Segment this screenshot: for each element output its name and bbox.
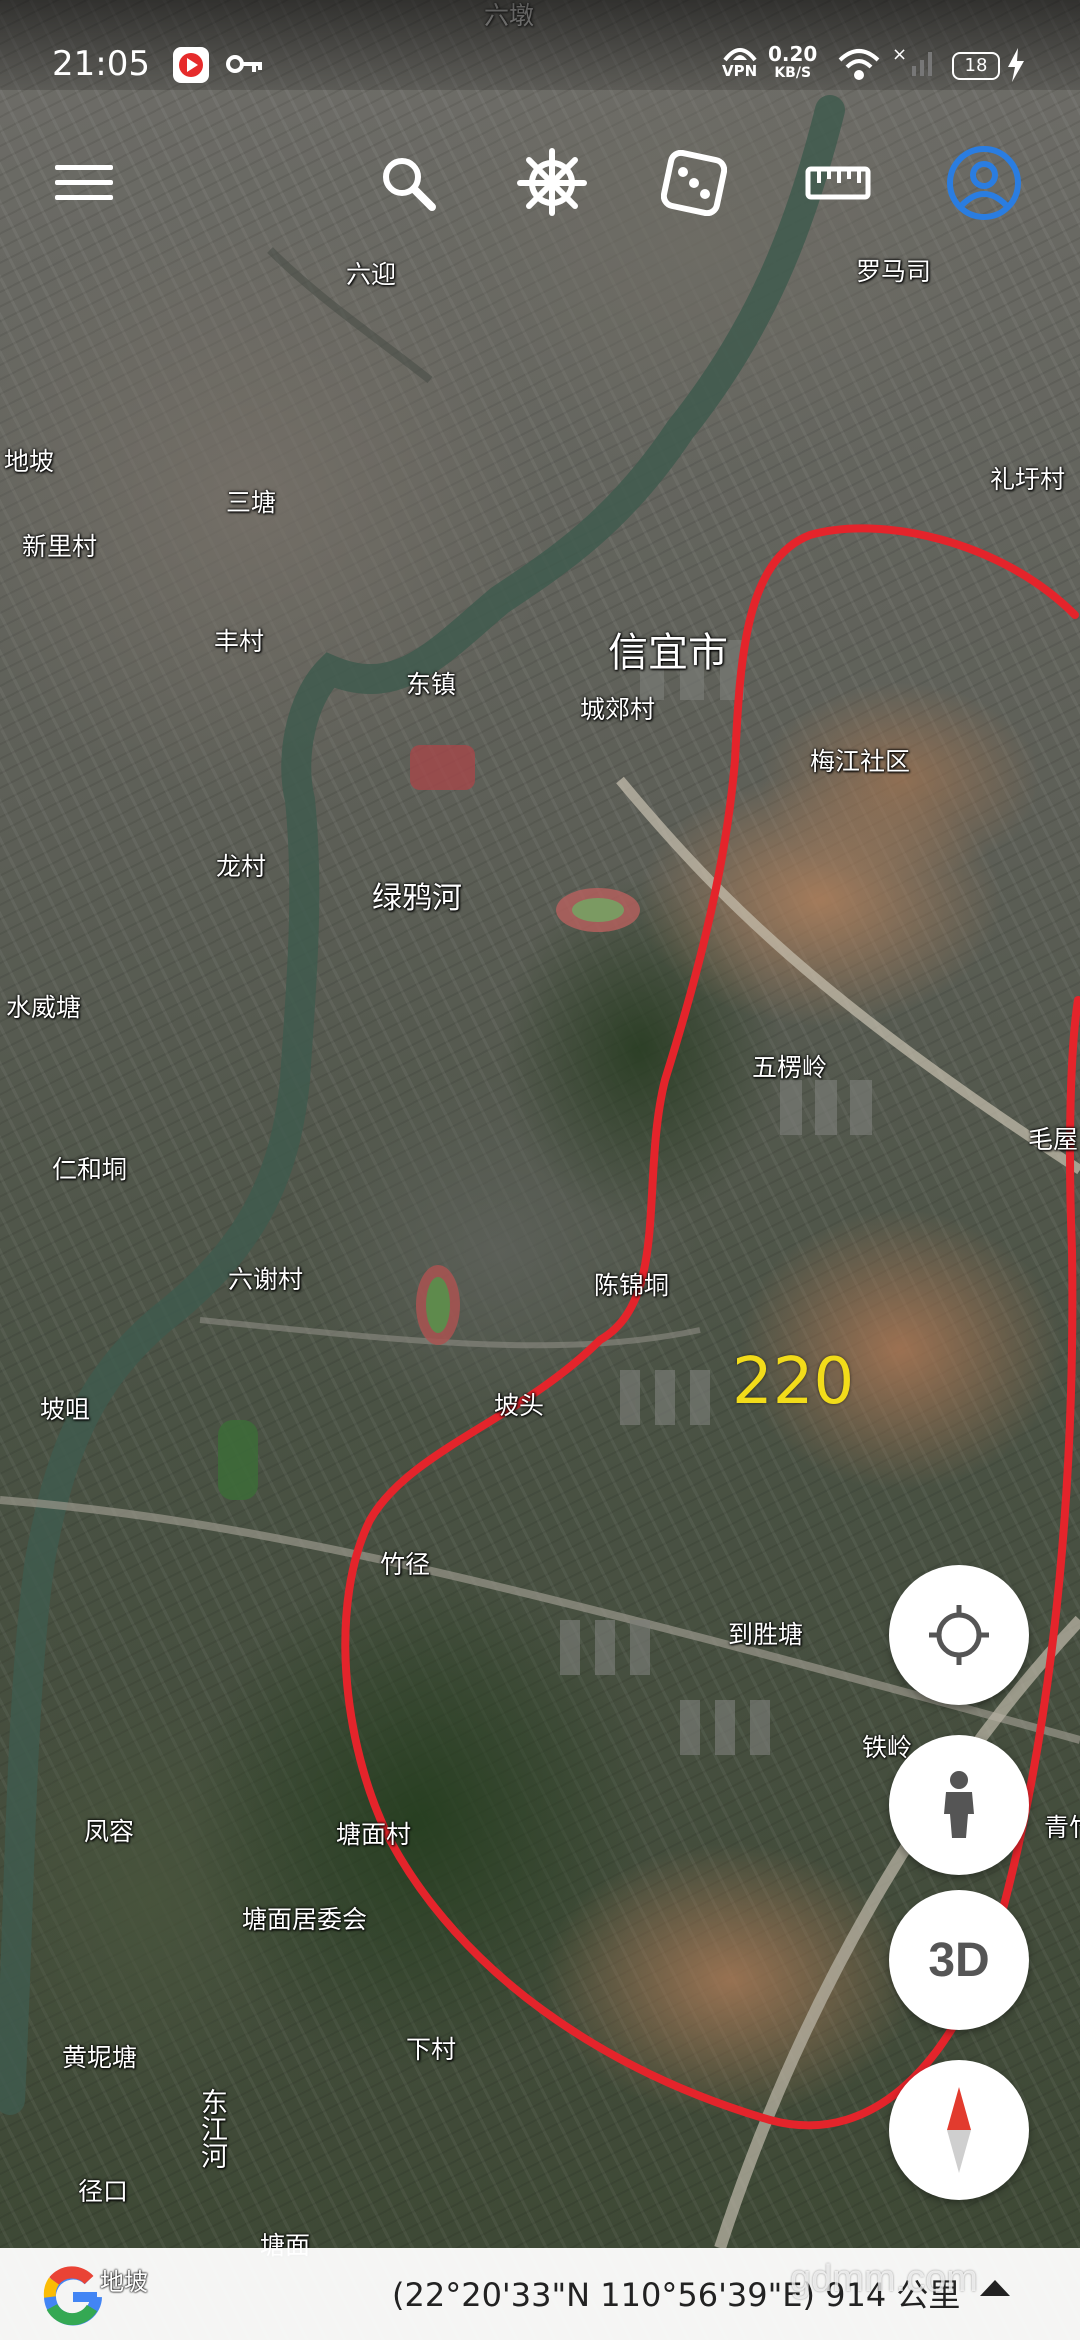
place-label[interactable]: 坡咀 <box>40 1390 90 1426</box>
place-label[interactable]: 六谢村 <box>228 1260 303 1296</box>
menu-button[interactable] <box>46 145 122 221</box>
status-bar: 21:05 VPN 0.20 KB/S × 18 <box>0 0 1080 90</box>
voyager-button[interactable] <box>514 145 590 221</box>
charging-icon <box>1006 48 1026 86</box>
vpn-icon: VPN <box>722 44 757 80</box>
place-label[interactable]: 黄坭塘 <box>62 2038 137 2074</box>
map-layer-label: 地坡 <box>100 2268 148 2296</box>
search-button[interactable] <box>370 145 446 221</box>
key-icon <box>226 52 264 80</box>
place-label[interactable]: 坡头 <box>494 1386 544 1422</box>
annotation-number: 220 <box>732 1345 855 1419</box>
city-label[interactable]: 信宜市 <box>608 620 728 678</box>
place-label[interactable]: 三塘 <box>226 483 276 519</box>
dice-icon <box>661 150 727 216</box>
place-label[interactable]: 竹径 <box>380 1545 430 1581</box>
place-label[interactable]: 青竹 <box>1044 1808 1080 1844</box>
3d-label: 3D <box>928 1933 990 1987</box>
place-label[interactable]: 水威塘 <box>6 988 81 1024</box>
place-label[interactable]: 毛屋 <box>1028 1120 1078 1156</box>
caret-up-icon[interactable] <box>980 2278 1010 2302</box>
voyager-wheel-icon <box>517 148 587 216</box>
place-label[interactable]: 径口 <box>78 2172 128 2208</box>
place-label[interactable]: 东镇 <box>406 665 456 701</box>
street-view-button[interactable] <box>889 1735 1029 1875</box>
place-label[interactable]: 城郊村 <box>580 690 655 726</box>
compass-button[interactable] <box>889 2060 1029 2200</box>
pegman-icon <box>944 1771 974 1838</box>
place-label[interactable]: 五楞岭 <box>752 1048 827 1084</box>
menu-icon <box>55 165 113 200</box>
my-location-button[interactable] <box>889 1565 1029 1705</box>
river-label[interactable]: 东江河 <box>192 2088 231 2169</box>
network-speed: 0.20 KB/S <box>768 42 818 83</box>
account-button[interactable] <box>946 145 1022 221</box>
search-icon <box>383 158 436 211</box>
place-label[interactable]: 绿鸦河 <box>372 873 462 917</box>
battery-level: 18 <box>964 55 988 76</box>
3d-toggle-button[interactable]: 3D <box>889 1890 1029 2030</box>
wifi-icon <box>838 48 880 86</box>
battery-icon: 18 <box>952 52 1000 80</box>
place-label[interactable]: 礼圩村 <box>990 460 1065 496</box>
place-label[interactable]: 梅江社区 <box>810 742 910 778</box>
account-icon <box>947 146 1021 220</box>
net-speed-value: 0.20 <box>768 42 818 66</box>
compass-icon <box>947 2087 971 2173</box>
place-label[interactable]: 地坡 <box>4 442 54 478</box>
place-label[interactable]: 新里村 <box>22 527 97 563</box>
video-app-icon <box>172 46 210 88</box>
net-speed-unit: KB/S <box>774 65 812 81</box>
random-button[interactable] <box>656 145 732 221</box>
vpn-label: VPN <box>722 62 758 80</box>
place-label[interactable]: 陈锦垌 <box>594 1266 669 1302</box>
place-label[interactable]: 下村 <box>406 2030 456 2066</box>
ruler-icon <box>805 166 871 200</box>
watermark: gdmm.com <box>790 2258 978 2300</box>
place-label[interactable]: 到胜塘 <box>728 1615 803 1651</box>
place-label[interactable]: 仁和垌 <box>52 1150 127 1186</box>
google-logo <box>40 2264 106 2334</box>
place-label[interactable]: 龙村 <box>216 847 266 883</box>
place-label[interactable]: 丰村 <box>214 622 264 658</box>
place-label[interactable]: 塘面村 <box>336 1815 411 1851</box>
place-label[interactable]: 六迎 <box>346 255 396 291</box>
no-signal-icon: × <box>890 44 936 83</box>
place-label[interactable]: 铁岭 <box>862 1728 912 1764</box>
place-label[interactable]: 塘面居委会 <box>242 1900 367 1936</box>
place-label[interactable]: 罗马司 <box>856 252 931 288</box>
clock: 21:05 <box>52 44 150 84</box>
place-label[interactable]: 凤容 <box>84 1812 134 1848</box>
crosshair-icon <box>929 1605 989 1665</box>
svg-text:×: × <box>892 44 907 65</box>
measure-button[interactable] <box>800 145 876 221</box>
river <box>0 95 845 2115</box>
